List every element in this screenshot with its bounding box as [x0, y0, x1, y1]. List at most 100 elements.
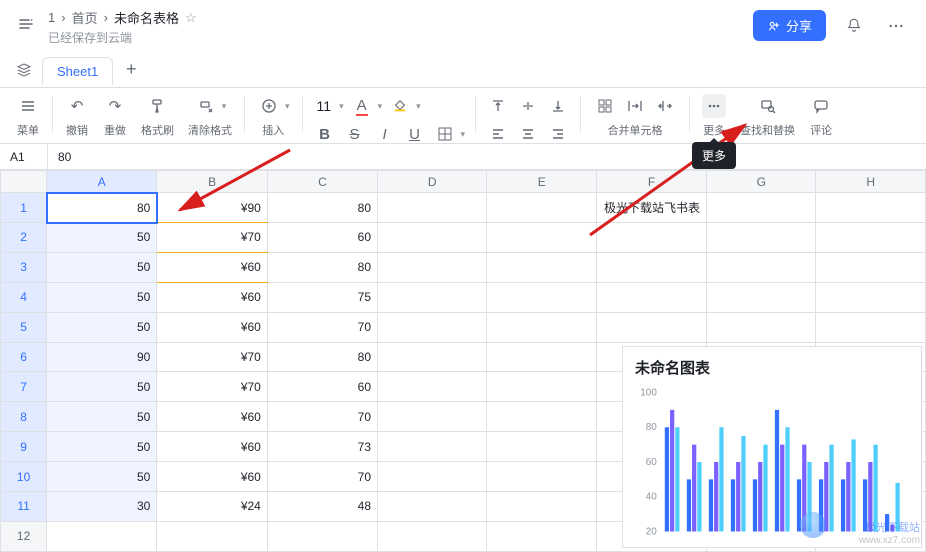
chart-panel[interactable]: 未命名图表 20406080100 [622, 346, 922, 548]
cell-B4[interactable]: ¥60 [157, 282, 268, 312]
cell-A3[interactable]: 50 [47, 252, 157, 282]
row-header-6[interactable]: 6 [1, 342, 47, 372]
cell-H3[interactable] [816, 252, 926, 282]
cell-B9[interactable]: ¥60 [157, 432, 268, 462]
redo-button[interactable]: ↷ [103, 94, 127, 118]
more-menu-icon[interactable] [882, 12, 910, 40]
cell-B2[interactable]: ¥70 [157, 223, 268, 253]
cell-H1[interactable] [816, 193, 926, 223]
cell-B10[interactable]: ¥60 [157, 462, 268, 492]
cell-E5[interactable] [487, 312, 596, 342]
cell-C5[interactable]: 70 [267, 312, 377, 342]
cell-D7[interactable] [378, 372, 487, 402]
cell-C9[interactable]: 73 [267, 432, 377, 462]
cell-C8[interactable]: 70 [267, 402, 377, 432]
row-header-8[interactable]: 8 [1, 402, 47, 432]
cell-E3[interactable] [487, 252, 596, 282]
border-button[interactable] [433, 122, 457, 146]
row-header-3[interactable]: 3 [1, 252, 47, 282]
breadcrumb-home[interactable]: 首页 [72, 8, 98, 27]
cell-C3[interactable]: 80 [267, 252, 377, 282]
add-sheet-button[interactable]: + [117, 56, 145, 84]
col-header-H[interactable]: H [816, 171, 926, 193]
cell-B7[interactable]: ¥70 [157, 372, 268, 402]
tab-sheet1[interactable]: Sheet1 [42, 57, 113, 85]
align-center-button[interactable] [516, 122, 540, 146]
cell-G4[interactable] [707, 282, 816, 312]
cell-B6[interactable]: ¥70 [157, 342, 268, 372]
cell-C6[interactable]: 80 [267, 342, 377, 372]
cell-D1[interactable] [378, 193, 487, 223]
cell-F3[interactable] [596, 252, 706, 282]
cell-A6[interactable]: 90 [47, 342, 157, 372]
cell-A5[interactable]: 50 [47, 312, 157, 342]
align-right-button[interactable] [546, 122, 570, 146]
row-header-9[interactable]: 9 [1, 432, 47, 462]
undo-button[interactable]: ↶ [65, 94, 89, 118]
cell-D6[interactable] [378, 342, 487, 372]
row-header-2[interactable]: 2 [1, 223, 47, 253]
cell-C2[interactable]: 60 [267, 223, 377, 253]
valign-bottom-button[interactable] [546, 94, 570, 118]
cell-A7[interactable]: 50 [47, 372, 157, 402]
col-header-G[interactable]: G [707, 171, 816, 193]
layers-icon[interactable] [10, 56, 38, 84]
freeze-button[interactable] [593, 94, 617, 118]
cell-C4[interactable]: 75 [267, 282, 377, 312]
row-header-12[interactable]: 12 [1, 521, 47, 551]
cell-A8[interactable]: 50 [47, 402, 157, 432]
cell-E8[interactable] [487, 402, 596, 432]
cell-A9[interactable]: 50 [47, 432, 157, 462]
cell-E2[interactable] [487, 223, 596, 253]
font-color-button[interactable]: A [350, 94, 374, 118]
insert-button[interactable] [257, 94, 281, 118]
bold-button[interactable]: B [313, 122, 337, 146]
col-header-F[interactable]: F [596, 171, 706, 193]
cell-E4[interactable] [487, 282, 596, 312]
share-button[interactable]: 分享 [753, 10, 826, 41]
select-all-corner[interactable] [1, 171, 47, 193]
align-left-button[interactable] [486, 122, 510, 146]
row-header-11[interactable]: 11 [1, 492, 47, 522]
clear-format-button[interactable] [194, 94, 218, 118]
cell-D9[interactable] [378, 432, 487, 462]
cell-B3[interactable]: ¥60 [157, 252, 268, 282]
overflow-button[interactable] [653, 94, 677, 118]
cell-G1[interactable] [707, 193, 816, 223]
cell-C11[interactable]: 48 [267, 492, 377, 522]
cell-B5[interactable]: ¥60 [157, 312, 268, 342]
cell-D2[interactable] [378, 223, 487, 253]
menu-icon[interactable] [16, 94, 40, 118]
cell-B1[interactable]: ¥90 [157, 193, 268, 223]
cell-D12[interactable] [378, 521, 487, 551]
format-painter-button[interactable] [146, 94, 170, 118]
cell-A10[interactable]: 50 [47, 462, 157, 492]
cell-B11[interactable]: ¥24 [157, 492, 268, 522]
cell-G5[interactable] [707, 312, 816, 342]
more-toolbar-button[interactable] [702, 94, 726, 118]
cell-A1[interactable]: 80 [47, 193, 157, 223]
cell-H2[interactable] [816, 223, 926, 253]
cell-G2[interactable] [707, 223, 816, 253]
italic-button[interactable]: I [373, 122, 397, 146]
cell-G3[interactable] [707, 252, 816, 282]
row-header-10[interactable]: 10 [1, 462, 47, 492]
cell-F1[interactable]: 极光下载站飞书表 [596, 193, 706, 223]
font-size-value[interactable]: 11 [313, 98, 336, 114]
star-icon[interactable]: ☆ [185, 10, 197, 26]
row-header-1[interactable]: 1 [1, 193, 47, 223]
comment-button[interactable] [809, 94, 833, 118]
valign-top-button[interactable] [486, 94, 510, 118]
valign-middle-button[interactable] [516, 94, 540, 118]
col-header-C[interactable]: C [267, 171, 377, 193]
cell-E11[interactable] [487, 492, 596, 522]
nav-toggle-icon[interactable] [12, 10, 40, 38]
cell-H4[interactable] [816, 282, 926, 312]
cell-B12[interactable] [157, 521, 268, 551]
col-header-B[interactable]: B [157, 171, 268, 193]
col-header-D[interactable]: D [378, 171, 487, 193]
cell-A4[interactable]: 50 [47, 282, 157, 312]
cell-E6[interactable] [487, 342, 596, 372]
fill-color-button[interactable] [388, 94, 412, 118]
row-header-5[interactable]: 5 [1, 312, 47, 342]
